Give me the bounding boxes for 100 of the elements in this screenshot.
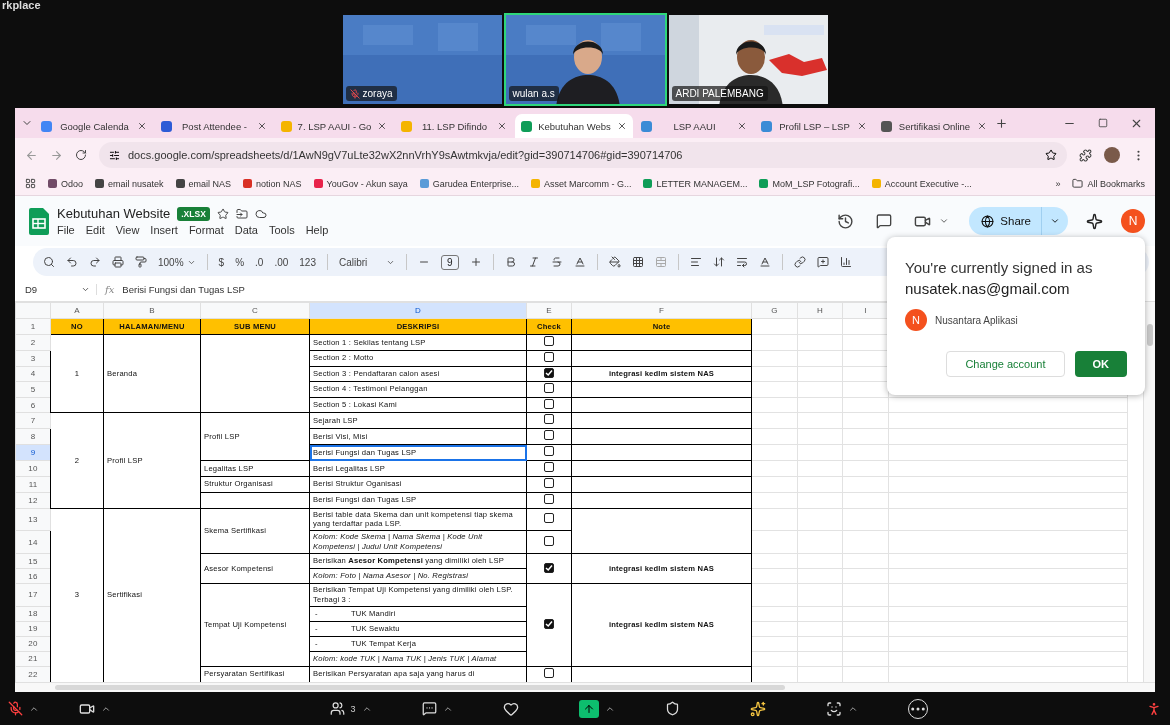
apps-icon[interactable] <box>825 700 842 717</box>
extensions-icon[interactable] <box>1079 148 1092 162</box>
column-letter[interactable]: C <box>200 302 310 319</box>
percent-button[interactable]: % <box>235 256 245 268</box>
bookmark-link[interactable]: MoM_LSP Fotografi... <box>759 178 860 189</box>
mic-off-icon[interactable] <box>8 701 23 716</box>
change-account-button[interactable]: Change account <box>946 351 1065 377</box>
fill-color-icon[interactable] <box>608 256 621 268</box>
link-icon[interactable] <box>793 256 806 268</box>
browser-tab[interactable]: 11. LSP Difindo <box>395 114 513 138</box>
search-icon[interactable] <box>43 256 55 268</box>
italic-icon[interactable] <box>527 256 540 268</box>
bookmark-link[interactable]: LETTER MANAGEM... <box>643 178 748 189</box>
undo-icon[interactable] <box>66 256 78 268</box>
column-letter[interactable]: E <box>526 302 572 319</box>
sparkle-icon[interactable] <box>1086 212 1103 230</box>
shield-icon[interactable] <box>664 701 680 716</box>
browser-tab[interactable]: Google Calenda <box>35 114 153 138</box>
cloud-icon[interactable] <box>254 207 267 220</box>
checkbox[interactable] <box>544 382 554 393</box>
add-comment-icon[interactable] <box>816 256 829 268</box>
checkbox[interactable] <box>544 667 554 678</box>
address-bar[interactable]: docs.google.com/spreadsheets/d/1AwN9gV7uLte32wX2nnVrhY9sAwtmkvja/edit?gid=390714706#gid=390714706 <box>99 142 1067 168</box>
comment-icon[interactable] <box>876 213 893 229</box>
increase-decimal-button[interactable]: .00 <box>274 256 289 268</box>
browser-tab[interactable]: Post Attendee - <box>155 114 273 138</box>
browser-tab[interactable]: Kebutuhan Webs <box>515 114 633 138</box>
column-letter[interactable]: D <box>309 302 527 319</box>
redo-icon[interactable] <box>89 256 101 268</box>
checkbox[interactable] <box>544 562 554 573</box>
chart-icon[interactable] <box>839 256 852 268</box>
bookmark-link[interactable]: email nusatek <box>95 178 164 189</box>
bookmark-link[interactable]: Odoo <box>48 178 84 189</box>
column-letter[interactable]: G <box>751 302 798 319</box>
print-icon[interactable] <box>112 256 124 268</box>
person-icon[interactable] <box>1146 700 1162 717</box>
close-icon[interactable] <box>497 121 507 131</box>
bookmark-link[interactable]: YouGov - Akun saya <box>313 178 408 189</box>
menu-item[interactable]: Insert <box>150 224 178 236</box>
zoom-dropdown[interactable]: 100% <box>158 256 196 268</box>
row-number[interactable]: 14 <box>15 530 51 554</box>
checkbox[interactable] <box>544 430 554 441</box>
column-letter[interactable]: H <box>797 302 843 319</box>
scrollbar-thumb[interactable] <box>55 685 785 690</box>
checkbox[interactable] <box>544 367 554 378</box>
vertical-align-icon[interactable] <box>712 256 725 268</box>
new-tab-icon[interactable] <box>995 116 1008 130</box>
document-title[interactable]: Kebutuhan Website <box>57 206 171 221</box>
browser-tab[interactable]: 7. LSP AAUI - Go <box>275 114 393 138</box>
checkbox[interactable] <box>544 336 554 346</box>
checkbox[interactable] <box>544 493 554 504</box>
browser-tab[interactable]: Sertifikasi Online <box>875 114 993 138</box>
checkbox[interactable] <box>544 414 554 425</box>
scrollbar-thumb[interactable] <box>1146 324 1153 346</box>
ok-button[interactable]: OK <box>1074 351 1127 377</box>
checkbox[interactable] <box>544 513 554 523</box>
close-icon[interactable] <box>257 121 267 131</box>
share-screen-button[interactable] <box>578 699 599 718</box>
history-icon[interactable] <box>837 212 855 230</box>
menu-item[interactable]: File <box>57 224 75 236</box>
menu-item[interactable]: Format <box>188 224 224 236</box>
menu-item[interactable]: Edit <box>85 224 105 236</box>
align-icon[interactable] <box>689 256 702 268</box>
checkbox[interactable] <box>544 446 554 457</box>
maximize-icon[interactable] <box>1098 118 1108 128</box>
chat-icon[interactable] <box>421 701 437 716</box>
menu-item[interactable]: Help <box>305 224 329 236</box>
checkbox[interactable] <box>544 398 554 409</box>
browser-tab[interactable]: Profil LSP – LSP <box>755 114 873 138</box>
paint-format-icon[interactable] <box>135 256 147 268</box>
star-icon[interactable] <box>216 207 229 220</box>
column-letter[interactable]: F <box>571 302 752 319</box>
decrease-decimal-button[interactable]: .0 <box>255 256 264 268</box>
star-icon[interactable] <box>1045 149 1057 161</box>
checkbox[interactable] <box>544 462 554 472</box>
column-letter[interactable]: B <box>103 302 201 319</box>
browser-tab[interactable]: LSP AAUI <box>635 114 753 138</box>
close-icon[interactable] <box>377 121 387 131</box>
close-icon[interactable] <box>737 121 747 131</box>
bookmark-link[interactable]: Asset Marcomm - G... <box>530 178 632 189</box>
profile-avatar[interactable] <box>1104 147 1120 163</box>
rotate-text-icon[interactable] <box>758 256 771 268</box>
increase-size-icon[interactable] <box>469 256 482 268</box>
column-letter[interactable]: A <box>50 302 104 319</box>
row-number[interactable]: 13 <box>15 508 51 531</box>
row-number[interactable]: 17 <box>15 583 51 607</box>
strikethrough-icon[interactable] <box>550 256 563 268</box>
font-dropdown[interactable]: Calibri <box>339 256 395 268</box>
checkbox[interactable] <box>544 477 554 488</box>
bookmark-link[interactable]: Account Executive -... <box>871 178 972 189</box>
reload-icon[interactable] <box>75 149 87 161</box>
formula-field[interactable]: Berisi Fungsi dan Tugas LSP <box>122 284 245 295</box>
font-size-field[interactable]: 9 <box>441 254 459 270</box>
bookmark-link[interactable]: email NAS <box>175 178 232 189</box>
close-icon[interactable] <box>977 121 987 131</box>
menu-item[interactable]: View <box>115 224 140 236</box>
column-letter[interactable]: I <box>842 302 889 319</box>
sheets-logo[interactable] <box>29 207 49 235</box>
currency-button[interactable]: $ <box>218 256 225 268</box>
wrap-icon[interactable] <box>735 256 748 268</box>
